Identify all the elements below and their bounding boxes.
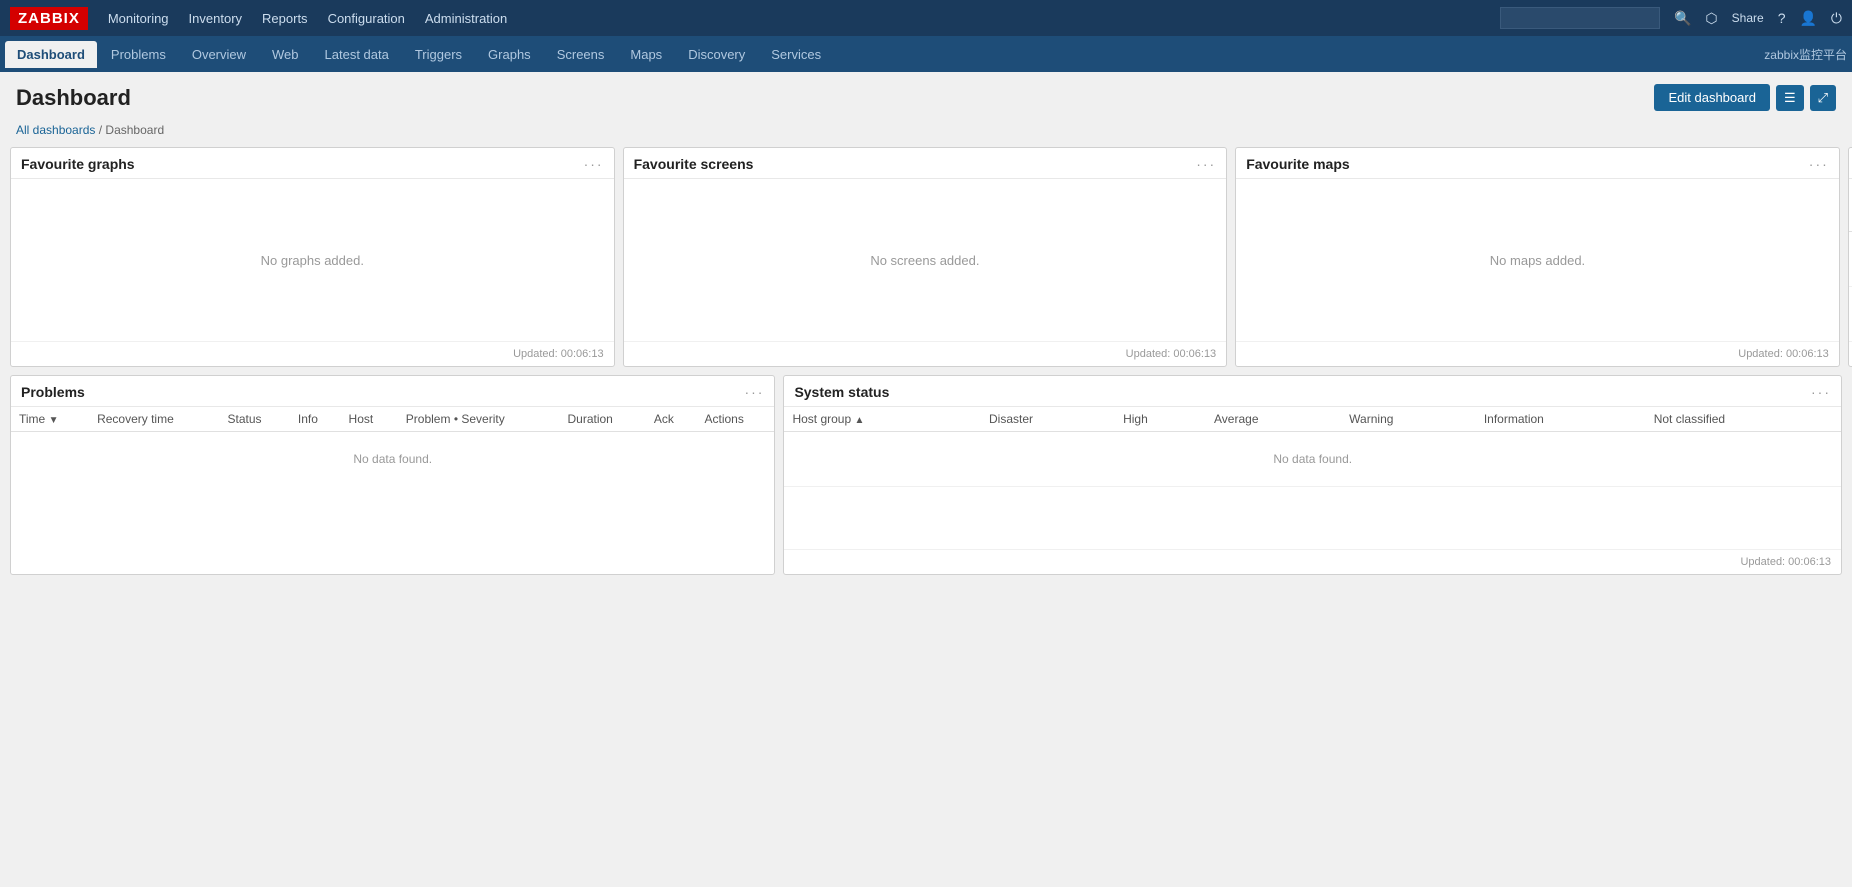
nav-inventory[interactable]: Inventory [189,11,242,26]
page-title: Dashboard [16,85,131,111]
favourite-screens-menu-button[interactable]: ··· [1196,157,1216,171]
dashboard-list-button[interactable]: ☰ [1776,85,1804,111]
favourite-maps-title: Favourite maps [1246,156,1349,172]
power-icon[interactable]: ⏻ [1831,10,1842,27]
favourite-screens-no-data: No screens added. [850,233,999,288]
widget-favourite-maps: Favourite maps ··· No maps added. Update… [1235,147,1840,367]
system-sort-arrow-icon: ▲ [854,415,864,426]
nav-administration[interactable]: Administration [425,11,507,26]
problems-table: Time ▼ Recovery time Status Info Host Pr… [11,407,774,486]
widget-problems-header: Problems ··· [11,376,774,407]
widget-favourite-screens-header: Favourite screens ··· [624,148,1227,179]
problems-col-time[interactable]: Time ▼ [11,407,89,432]
problems-no-data-row: No data found. [11,432,774,487]
problems-col-actions: Actions [696,407,774,432]
user-icon[interactable]: 👤 [1799,10,1816,27]
dashboard-fullscreen-button[interactable]: ⤢ [1810,85,1836,111]
dashboard-row-2: Problems ··· Time ▼ Recovery time Status… [10,375,1842,575]
favourite-screens-body: No screens added. [624,179,1227,341]
search-icon[interactable]: 🔍 [1674,10,1691,27]
problems-menu-button[interactable]: ··· [744,385,764,399]
time-sort-arrow-icon: ▼ [49,415,59,426]
problems-col-recovery-time: Recovery time [89,407,219,432]
subnav-maps[interactable]: Maps [618,41,674,68]
problems-col-status: Status [219,407,289,432]
system-status-table: Host group ▲ Disaster High Average Warni… [784,407,1841,487]
top-nav: ZABBIX Monitoring Inventory Reports Conf… [0,0,1852,36]
problems-title: Problems [21,384,85,400]
dashboard-content: Favourite graphs ··· No graphs added. Up… [0,147,1852,585]
favourite-maps-menu-button[interactable]: ··· [1809,157,1829,171]
favourite-maps-footer: Updated: 00:06:13 [1236,341,1839,366]
share-label[interactable]: Share [1732,11,1764,25]
system-status-col-warning: Warning [1341,407,1476,432]
help-icon[interactable]: ? [1778,10,1786,26]
subnav-overview[interactable]: Overview [180,41,258,68]
subnav-latest-data[interactable]: Latest data [313,41,401,68]
favourite-graphs-body: No graphs added. [11,179,614,341]
problems-col-problem-severity: Problem • Severity [398,407,560,432]
widget-favourite-graphs: Favourite graphs ··· No graphs added. Up… [10,147,615,367]
widget-favourite-maps-header: Favourite maps ··· [1236,148,1839,179]
system-status-title: System status [794,384,889,400]
favourite-maps-body: No maps added. [1236,179,1839,341]
system-status-col-not-classified: Not classified [1646,407,1841,432]
system-status-footer: Updated: 00:06:13 [784,549,1841,574]
widget-problems: Problems ··· Time ▼ Recovery time Status… [10,375,775,575]
problems-col-info: Info [290,407,341,432]
breadcrumb: All dashboards / Dashboard [0,119,1852,147]
breadcrumb-current: Dashboard [105,123,164,137]
nav-monitoring[interactable]: Monitoring [108,11,169,26]
page-header-actions: Edit dashboard ☰ ⤢ [1654,84,1836,111]
search-input[interactable] [1500,7,1660,29]
favourite-screens-title: Favourite screens [634,156,754,172]
favourite-graphs-menu-button[interactable]: ··· [584,157,604,171]
favourite-maps-no-data: No maps added. [1470,233,1605,288]
subnav-problems[interactable]: Problems [99,41,178,68]
favourite-screens-footer: Updated: 00:06:13 [624,341,1227,366]
widget-system-status-header: System status ··· [784,376,1841,407]
favourite-graphs-title: Favourite graphs [21,156,135,172]
widget-favourite-graphs-header: Favourite graphs ··· [11,148,614,179]
subnav-screens[interactable]: Screens [545,41,617,68]
system-status-col-high: High [1115,407,1206,432]
widget-host-status: Host status ··· Host group ▲ Without pro… [1848,147,1852,367]
widget-favourite-screens: Favourite screens ··· No screens added. … [623,147,1228,367]
system-status-no-data-row: No data found. [784,432,1841,487]
edit-dashboard-button[interactable]: Edit dashboard [1654,84,1769,111]
sub-nav: Dashboard Problems Overview Web Latest d… [0,36,1852,72]
problems-col-host: Host [341,407,398,432]
widget-system-status: System status ··· Host group ▲ Disaster … [783,375,1842,575]
page-header: Dashboard Edit dashboard ☰ ⤢ [0,72,1852,119]
top-nav-right: 🔍 ⬡ Share ? 👤 ⏻ [1500,7,1842,29]
share-icon[interactable]: ⬡ [1705,10,1717,27]
subnav-web[interactable]: Web [260,41,311,68]
favourite-graphs-no-data: No graphs added. [241,233,384,288]
problems-no-data: No data found. [11,432,774,487]
problems-body: Time ▼ Recovery time Status Info Host Pr… [11,407,774,574]
nav-reports[interactable]: Reports [262,11,308,26]
subnav-triggers[interactable]: Triggers [403,41,474,68]
system-status-col-disaster: Disaster [981,407,1115,432]
subnav-graphs[interactable]: Graphs [476,41,543,68]
system-status-col-information: Information [1476,407,1646,432]
system-status-body: Host group ▲ Disaster High Average Warni… [784,407,1841,549]
system-status-col-group[interactable]: Host group ▲ [784,407,981,432]
problems-col-ack: Ack [646,407,697,432]
nav-configuration[interactable]: Configuration [328,11,405,26]
breadcrumb-all-dashboards[interactable]: All dashboards [16,123,95,137]
system-status-menu-button[interactable]: ··· [1811,385,1831,399]
dashboard-row-1: Favourite graphs ··· No graphs added. Up… [10,147,1842,367]
system-status-col-average: Average [1206,407,1341,432]
favourite-graphs-footer: Updated: 00:06:13 [11,341,614,366]
subnav-dashboard[interactable]: Dashboard [5,41,97,68]
subnav-discovery[interactable]: Discovery [676,41,757,68]
problems-col-duration: Duration [559,407,645,432]
subnav-services[interactable]: Services [759,41,833,68]
user-context-label: zabbix监控平台 [1764,46,1847,63]
system-status-no-data: No data found. [784,432,1841,487]
logo[interactable]: ZABBIX [10,7,88,30]
